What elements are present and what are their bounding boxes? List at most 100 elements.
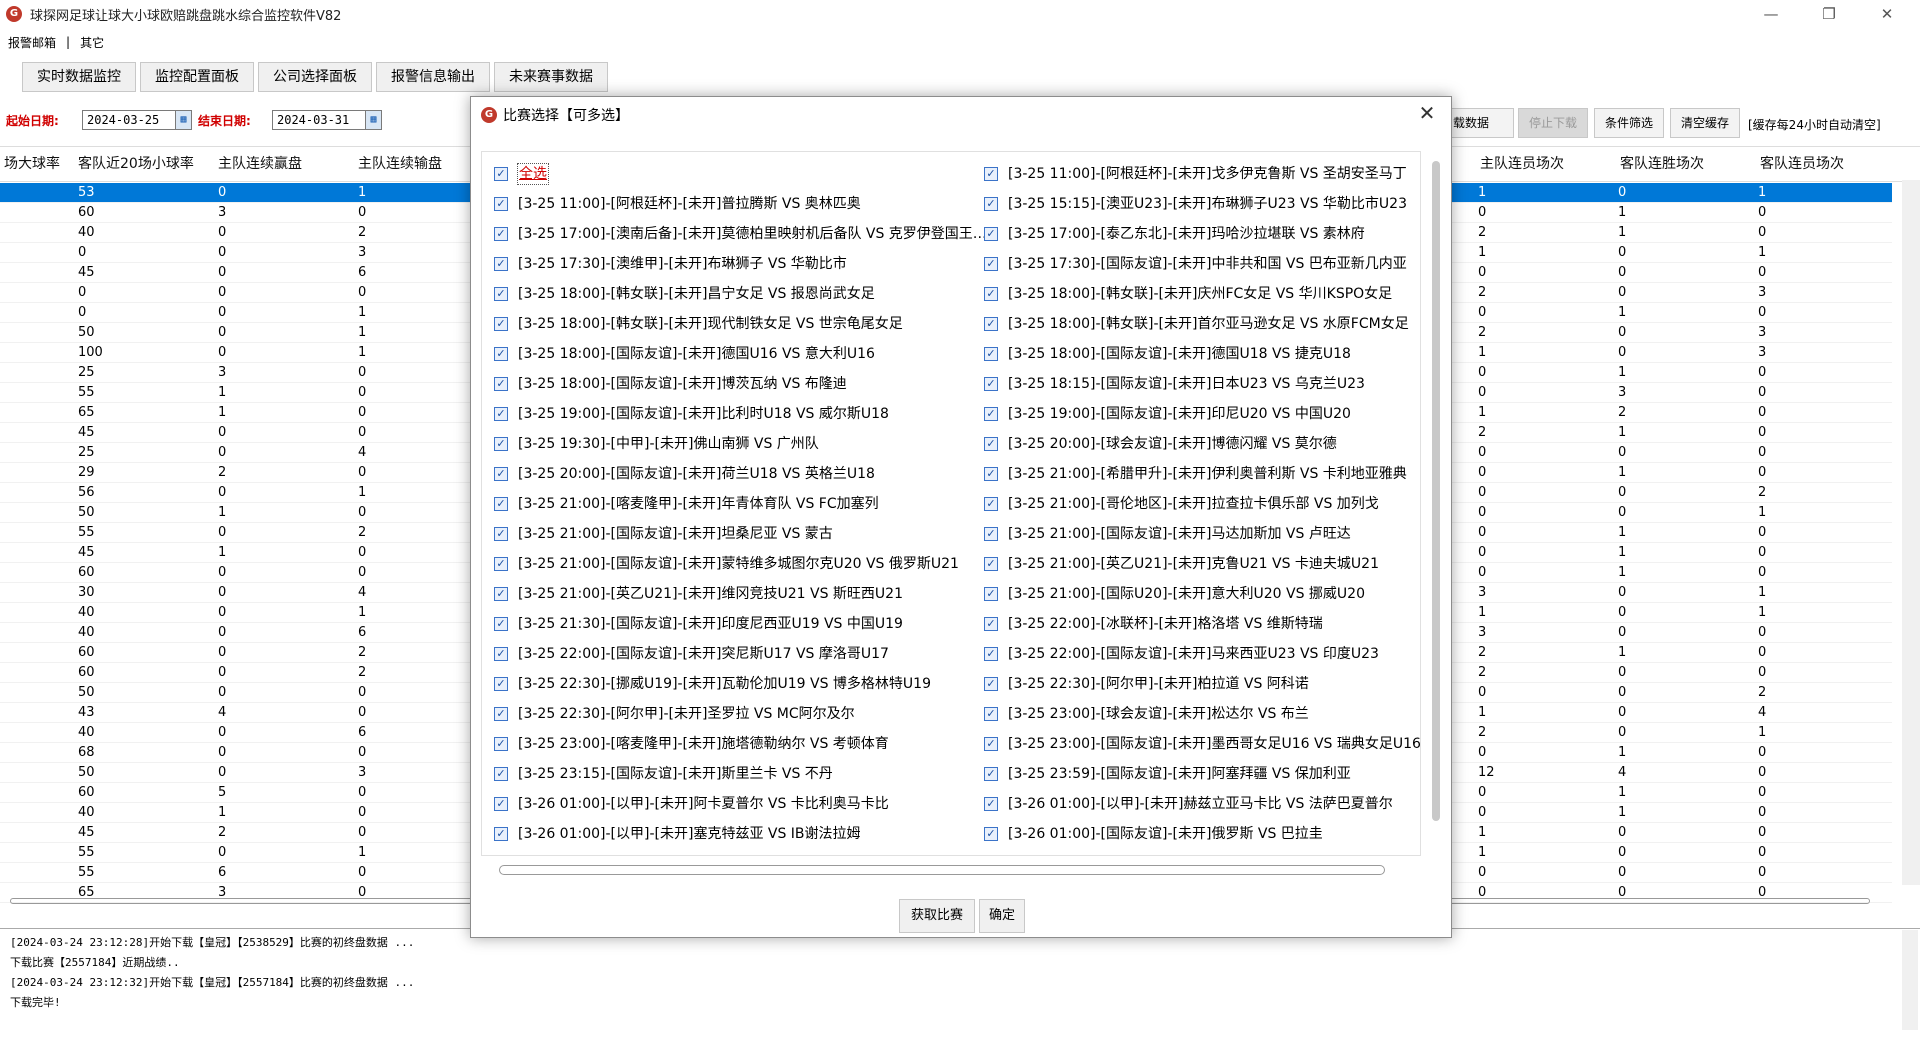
checkbox-checked-icon[interactable]: ✓ (494, 767, 508, 781)
table-row[interactable]: 43 4 0 (0, 703, 470, 723)
table-row[interactable]: 50 0 3 (0, 763, 470, 783)
table-row[interactable]: 0 3 0 (1452, 383, 1892, 403)
match-item[interactable]: ✓ [3-25 17:30]-[澳维甲]-[未开]布琳狮子 VS 华勒比市 (494, 254, 847, 274)
table-row[interactable]: 56 0 1 (0, 483, 470, 503)
match-item[interactable]: ✓ [3-25 21:00]-[希腊甲升]-[未开]伊利奥普利斯 VS 卡利地亚雅… (984, 464, 1407, 484)
table-row[interactable]: 40 0 6 (0, 723, 470, 743)
fetch-matches-button[interactable]: 获取比赛 (899, 899, 975, 933)
table-row[interactable]: 45 0 6 (0, 263, 470, 283)
table-row[interactable]: 60 5 0 (0, 783, 470, 803)
table-row[interactable]: 100 0 1 (0, 343, 470, 363)
match-item[interactable]: ✓ [3-25 18:00]-[韩女联]-[未开]现代制铁女足 VS 世宗龟尾女足 (494, 314, 903, 334)
confirm-button[interactable]: 确定 (979, 899, 1025, 933)
table-row[interactable]: 0 0 0 (1452, 863, 1892, 883)
table-row[interactable]: 1 2 0 (1452, 403, 1892, 423)
match-item[interactable]: ✓ [3-25 21:00]-[国际U20]-[未开]意大利U20 VS 挪威U2… (984, 584, 1365, 604)
match-item[interactable]: ✓ [3-25 23:00]-[球会友谊]-[未开]松达尔 VS 布兰 (984, 704, 1309, 724)
table-row[interactable]: 60 0 2 (0, 663, 470, 683)
checkbox-checked-icon[interactable]: ✓ (984, 527, 998, 541)
column-header[interactable]: 场大球率 (4, 147, 60, 181)
table-row[interactable]: 0 1 0 (1452, 523, 1892, 543)
table-row[interactable]: 25 3 0 (0, 363, 470, 383)
tab-alert-output[interactable]: 报警信息输出 (376, 62, 490, 92)
table-row[interactable]: 0 0 0 (1452, 263, 1892, 283)
match-item[interactable]: ✓ [3-25 18:15]-[国际友谊]-[未开]日本U23 VS 乌克兰U23 (984, 374, 1365, 394)
checkbox-checked-icon[interactable]: ✓ (494, 707, 508, 721)
table-row[interactable]: 0 0 1 (0, 303, 470, 323)
table-row[interactable]: 40 0 1 (0, 603, 470, 623)
checkbox-checked-icon[interactable]: ✓ (494, 827, 508, 841)
checkbox-checked-icon[interactable]: ✓ (984, 617, 998, 631)
table-row[interactable]: 55 1 0 (0, 383, 470, 403)
match-item[interactable]: ✓ [3-25 22:30]-[挪威U19]-[未开]瓦勒伦加U19 VS 博多格… (494, 674, 931, 694)
checklist-horizontal-scrollbar[interactable] (481, 861, 1421, 877)
match-item[interactable]: ✓ [3-26 01:00]-[以甲]-[未开]阿卡夏普尔 VS 卡比利奥马卡比 (494, 794, 889, 814)
condition-filter-button[interactable]: 条件筛选 (1594, 108, 1665, 138)
match-item[interactable]: ✓ [3-25 17:30]-[国际友谊]-[未开]中非共和国 VS 巴布亚新几内… (984, 254, 1407, 274)
match-item[interactable]: ✓ [3-25 23:00]-[国际友谊]-[未开]墨西哥女足U16 VS 瑞典女… (984, 734, 1420, 754)
match-item[interactable]: ✓ [3-25 23:15]-[国际友谊]-[未开]斯里兰卡 VS 不丹 (494, 764, 833, 784)
calendar-icon[interactable]: ▦ (175, 111, 191, 129)
match-item[interactable]: ✓ [3-26 01:00]-[以甲]-[未开]塞克特兹亚 VS IB谢法拉姆 (494, 824, 861, 844)
tab-realtime-monitor[interactable]: 实时数据监控 (22, 62, 136, 92)
checkbox-checked-icon[interactable]: ✓ (984, 737, 998, 751)
checkbox-checked-icon[interactable]: ✓ (984, 227, 998, 241)
table-row[interactable]: 1 0 0 (1452, 823, 1892, 843)
match-item[interactable]: ✓ [3-25 11:00]-[阿根廷杯]-[未开]普拉腾斯 VS 奥林匹奥 (494, 194, 861, 214)
table-row[interactable]: 0 1 0 (1452, 563, 1892, 583)
checkbox-checked-icon[interactable]: ✓ (494, 647, 508, 661)
checkbox-checked-icon[interactable]: ✓ (494, 257, 508, 271)
column-header[interactable]: 客队连员场次 (1760, 147, 1844, 181)
table-row[interactable]: 40 0 2 (0, 223, 470, 243)
table-row[interactable]: 40 0 6 (0, 623, 470, 643)
checkbox-checked-icon[interactable]: ✓ (984, 167, 998, 181)
table-row[interactable]: 40 1 0 (0, 803, 470, 823)
tab-future-matches[interactable]: 未来赛事数据 (494, 62, 608, 92)
table-row[interactable]: 60 0 0 (0, 563, 470, 583)
table-row[interactable]: 2 0 0 (1452, 663, 1892, 683)
checkbox-checked-icon[interactable]: ✓ (984, 437, 998, 451)
restore-button[interactable]: ❐ (1800, 0, 1858, 28)
checklist-vertical-scrollbar[interactable] (1429, 141, 1443, 841)
tab-company-select[interactable]: 公司选择面板 (258, 62, 372, 92)
checkbox-checked-icon[interactable]: ✓ (984, 497, 998, 511)
table-row[interactable]: 45 1 0 (0, 543, 470, 563)
match-item[interactable]: ✓ [3-25 18:00]-[国际友谊]-[未开]德国U16 VS 意大利U16 (494, 344, 875, 364)
checkbox-checked-icon[interactable]: ✓ (984, 287, 998, 301)
column-header[interactable]: 主队连员场次 (1480, 147, 1564, 181)
table-row[interactable]: 2 1 0 (1452, 643, 1892, 663)
match-item[interactable]: ✓[3-26 01:00]-[国际友谊]-[未开]黑山 VS 北马其顿 (984, 854, 1323, 855)
table-row[interactable]: 0 0 3 (0, 243, 470, 263)
checkbox-checked-icon[interactable]: ✓ (494, 197, 508, 211)
checkbox-checked-icon[interactable]: ✓ (494, 617, 508, 631)
checkbox-checked-icon[interactable]: ✓ (494, 587, 508, 601)
checkbox-checked-icon[interactable]: ✓ (494, 287, 508, 301)
match-item[interactable]: ✓ [3-25 22:00]-[国际友谊]-[未开]突尼斯U17 VS 摩洛哥U1… (494, 644, 889, 664)
checkbox-checked-icon[interactable]: ✓ (984, 677, 998, 691)
checkbox-checked-icon[interactable]: ✓ (494, 227, 508, 241)
column-header[interactable]: 客队连胜场次 (1620, 147, 1704, 181)
calendar-icon[interactable]: ▦ (365, 111, 381, 129)
checkbox-checked-icon[interactable]: ✓ (494, 347, 508, 361)
table-row[interactable]: 60 3 0 (0, 203, 470, 223)
column-header[interactable]: 主队连续赢盘 (218, 147, 302, 181)
table-row[interactable]: 0 1 0 (1452, 363, 1892, 383)
checkbox-checked-icon[interactable]: ✓ (984, 257, 998, 271)
tab-monitor-config[interactable]: 监控配置面板 (140, 62, 254, 92)
checkbox-checked-icon[interactable]: ✓ (984, 797, 998, 811)
match-item[interactable]: ✓ [3-25 20:00]-[球会友谊]-[未开]博德闪耀 VS 莫尔德 (984, 434, 1337, 454)
match-item[interactable]: ✓ [3-25 22:00]-[国际友谊]-[未开]马来西亚U23 VS 印度U2… (984, 644, 1379, 664)
match-item[interactable]: ✓ [3-25 21:00]-[国际友谊]-[未开]马达加斯加 VS 卢旺达 (984, 524, 1351, 544)
match-item[interactable]: ✓ [3-25 18:00]-[韩女联]-[未开]首尔亚马逊女足 VS 水原FCM… (984, 314, 1409, 334)
checkbox-checked-icon[interactable]: ✓ (494, 467, 508, 481)
checkbox-checked-icon[interactable]: ✓ (984, 197, 998, 211)
checkbox-checked-icon[interactable]: ✓ (984, 647, 998, 661)
table-row[interactable]: 3 0 0 (1452, 623, 1892, 643)
match-item[interactable]: ✓ [3-25 22:30]-[阿尔甲]-[未开]圣罗拉 VS MC阿尔及尔 (494, 704, 855, 724)
table-row[interactable]: 30 0 4 (0, 583, 470, 603)
table-row[interactable]: 29 2 0 (0, 463, 470, 483)
table-row[interactable]: 0 1 0 (1452, 743, 1892, 763)
table-row[interactable]: 50 0 0 (0, 683, 470, 703)
table-row[interactable]: 0 1 0 (1452, 303, 1892, 323)
table-row[interactable]: 1 0 1 (1452, 243, 1892, 263)
